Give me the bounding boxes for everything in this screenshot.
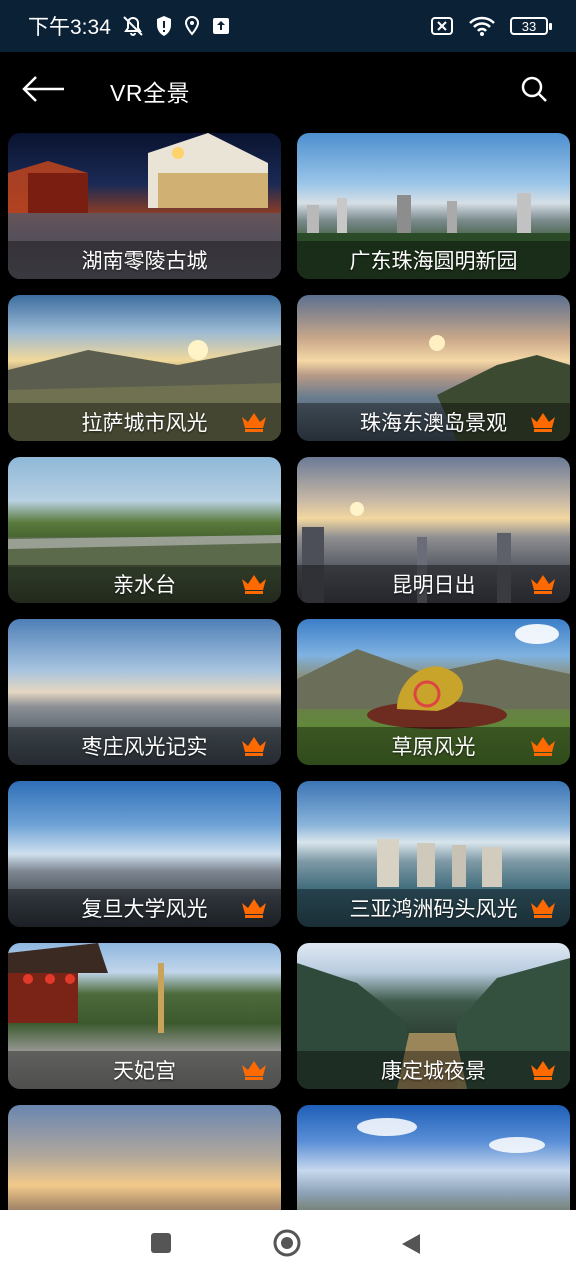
wifi-icon — [468, 15, 496, 37]
crown-icon — [241, 736, 267, 756]
panorama-card[interactable]: 康定城夜景 — [297, 943, 570, 1089]
panorama-card[interactable]: 枣庄风光记实 — [8, 619, 281, 765]
panorama-card[interactable]: 湖南零陵古城 — [8, 133, 281, 279]
panorama-card[interactable]: 广东珠海圆明新园 — [297, 133, 570, 279]
navigation-bar — [0, 1210, 576, 1280]
back-button[interactable] — [20, 67, 68, 115]
panorama-card[interactable] — [8, 1105, 281, 1210]
status-left-icons — [121, 15, 231, 37]
search-button[interactable] — [512, 69, 556, 113]
battery-icon: 33 — [510, 17, 552, 35]
crown-icon — [530, 1060, 556, 1080]
panorama-grid: 湖南零陵古城 广东珠海圆明新园 拉萨城市风光 珠海东澳岛景观 亲水台 昆明日出 … — [8, 133, 570, 1210]
back-triangle-icon[interactable] — [400, 1232, 422, 1256]
search-icon — [520, 75, 548, 108]
arrow-left-icon — [20, 74, 66, 109]
sim-off-icon — [430, 16, 454, 36]
card-title: 广东珠海圆明新园 — [297, 241, 570, 279]
shield-alert-icon — [155, 15, 173, 37]
card-image — [297, 1105, 570, 1210]
panorama-card[interactable] — [297, 1105, 570, 1210]
page-title: VR全景 — [110, 80, 190, 106]
panorama-card[interactable]: 拉萨城市风光 — [8, 295, 281, 441]
card-title: 湖南零陵古城 — [8, 241, 281, 279]
crown-icon — [241, 1060, 267, 1080]
panorama-card[interactable]: 天妃宫 — [8, 943, 281, 1089]
status-bar: 下午3:34 33 — [0, 0, 576, 52]
crown-icon — [530, 574, 556, 594]
panorama-card[interactable]: 草原风光 — [297, 619, 570, 765]
crown-icon — [530, 898, 556, 918]
crown-icon — [241, 412, 267, 432]
panorama-card[interactable]: 三亚鸿洲码头风光 — [297, 781, 570, 927]
panorama-card[interactable]: 复旦大学风光 — [8, 781, 281, 927]
location-icon — [183, 15, 201, 37]
panorama-card[interactable]: 亲水台 — [8, 457, 281, 603]
notifications-off-icon — [121, 15, 145, 37]
crown-icon — [530, 412, 556, 432]
card-image — [8, 1105, 281, 1210]
crown-icon — [241, 574, 267, 594]
status-time: 下午3:34 — [28, 16, 111, 39]
home-circle-icon[interactable] — [272, 1228, 302, 1258]
crown-icon — [241, 898, 267, 918]
recents-square-icon[interactable] — [150, 1232, 172, 1254]
status-right-icons: 33 — [430, 15, 552, 37]
app-header: VR全景 — [0, 52, 576, 130]
upload-icon — [211, 16, 231, 36]
crown-icon — [530, 736, 556, 756]
panorama-card[interactable]: 昆明日出 — [297, 457, 570, 603]
panorama-card[interactable]: 珠海东澳岛景观 — [297, 295, 570, 441]
battery-level: 33 — [521, 18, 537, 34]
